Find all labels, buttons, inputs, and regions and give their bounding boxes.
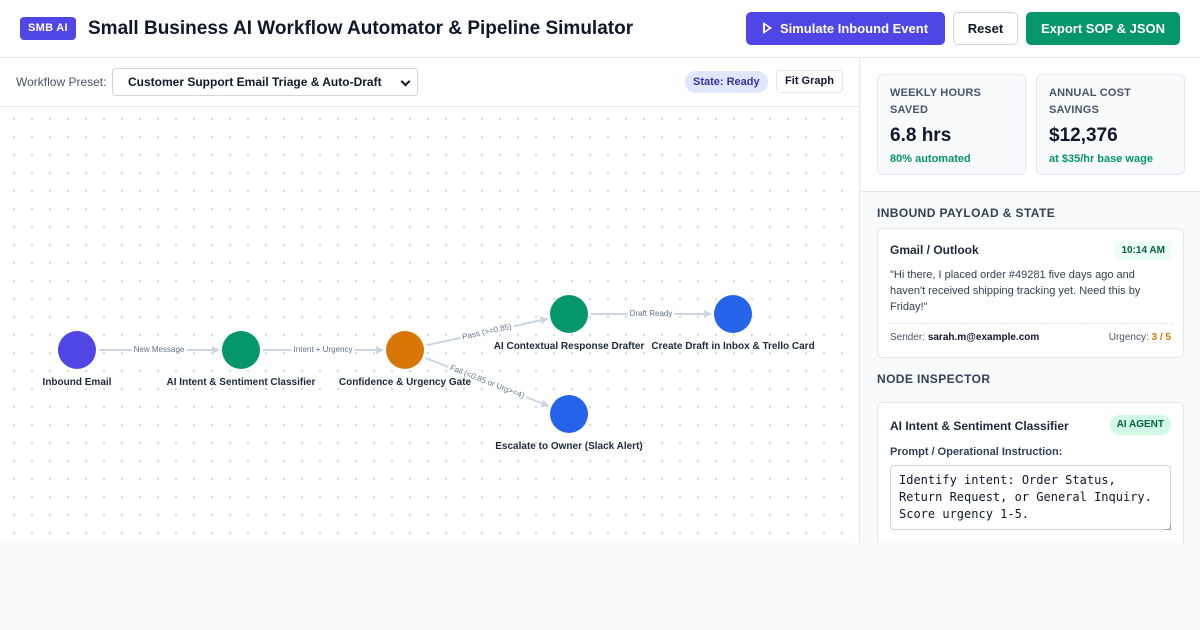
edge-label: Intent + Urgency [294,345,353,354]
weekly-hours-card: Weekly Hours Saved 6.8 hrs 80% automated [877,74,1026,175]
edge-label: Pass (>=0.85) [461,322,512,342]
workflow-canvas[interactable]: New Message Intent + Urgency Pass (>=0.85)… [0,107,859,543]
app-title: Small Business AI Workflow Automator & P… [88,18,634,39]
payload-section-title: Inbound Payload & State [877,206,1056,220]
inspector-section-title: Node Inspector [877,372,991,386]
workflow-graph: New Message Intent + Urgency Pass (>=0.85)… [43,295,815,452]
edge-label: Draft Ready [630,309,673,318]
annual-savings-value: $12,376 [1049,125,1118,146]
payload-sender: Sender: sarah.m@example.com [890,332,1039,343]
sender-label: Sender: [890,332,926,343]
weekly-hours-value: 6.8 hrs [890,125,952,146]
ai-agent-badge: AI AGENT [1109,415,1171,435]
side-panel: Weekly Hours Saved 6.8 hrs 80% automated… [861,58,1200,543]
workflow-preset-select[interactable]: Customer Support Email Triage & Auto-Dra… [112,68,418,96]
inspector-card: AI Intent & Sentiment Classifier AI AGEN… [877,402,1184,543]
brand-badge: SMB AI [20,17,76,40]
workflow-node-label: AI Contextual Response Drafter [494,341,645,352]
weekly-hours-label: Weekly Hours Saved [890,87,982,116]
payload-urgency: Urgency: 3 / 5 [1109,332,1171,343]
prompt-textarea[interactable]: Identify intent: Order Status, Return Re… [890,465,1171,530]
workflow-node-n6[interactable] [550,395,588,433]
workflow-node-label: Create Draft in Inbox & Trello Card [651,341,814,352]
workflow-node-label: AI Intent & Sentiment Classifier [167,377,316,388]
fit-graph-button[interactable]: Fit Graph [776,70,843,93]
payload-divider [890,323,1173,324]
resize-grip-icon[interactable] [1165,524,1171,530]
payload-card: Gmail / Outlook 10:14 AM "Hi there, I pl… [877,228,1184,358]
annual-savings-sub: at $35/hr base wage [1049,153,1153,165]
workflow-node-label: Confidence & Urgency Gate [339,377,472,388]
chevron-down-icon [400,76,411,87]
workflow-node-n1[interactable] [58,331,96,369]
simulate-event-button[interactable]: Simulate Inbound Event [746,12,945,45]
export-sop-button[interactable]: Export SOP & JSON [1026,12,1180,45]
reset-button[interactable]: Reset [953,12,1018,45]
workflow-node-n2[interactable] [222,331,260,369]
state-badge: State: Ready [685,71,768,93]
preset-select-value: Customer Support Email Triage & Auto-Dra… [128,75,382,89]
urgency-label: Urgency: [1108,332,1149,343]
payload-message: "Hi there, I placed order #49281 five da… [890,269,1141,313]
preset-label: Workflow Preset: [16,75,107,89]
simulate-event-label: Simulate Inbound Event [779,21,929,36]
inspector-node-name: AI Intent & Sentiment Classifier [890,419,1069,433]
payload-time-badge: 10:14 AM [1115,241,1171,260]
urgency-value: 3 / 5 [1151,332,1171,343]
app-header: SMB AI Small Business AI Workflow Automa… [0,0,1200,58]
workflow-node-n5[interactable] [714,295,752,333]
weekly-hours-sub: 80% automated [890,153,971,165]
workflow-node-n3[interactable] [386,331,424,369]
metrics-section: Weekly Hours Saved 6.8 hrs 80% automated… [861,58,1200,192]
payload-source: Gmail / Outlook [890,243,979,257]
edge-label: New Message [134,345,185,354]
workflow-pane: Workflow Preset: Customer Support Email … [0,58,860,543]
sender-email: sarah.m@example.com [927,332,1040,343]
prompt-label: Prompt / Operational Instruction: [890,446,1063,458]
annual-savings-card: Annual Cost Savings $12,376 at $35/hr ba… [1036,74,1185,175]
workflow-node-n4[interactable] [550,295,588,333]
workflow-node-label: Escalate to Owner (Slack Alert) [495,441,642,452]
workflow-toolbar: Workflow Preset: Customer Support Email … [0,58,859,107]
workflow-node-label: Inbound Email [43,377,112,388]
annual-savings-label: Annual Cost Savings [1049,87,1132,116]
play-icon [762,22,772,34]
page-footer-area [0,543,1200,630]
